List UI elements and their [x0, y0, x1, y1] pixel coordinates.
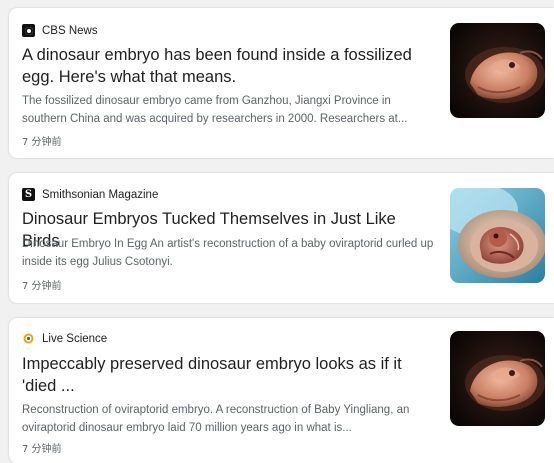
news-source[interactable]: S Smithsonian Magazine [22, 188, 158, 201]
news-card[interactable]: S Smithsonian Magazine Dinosaur Embryos … [9, 173, 554, 303]
embryo-in-blue-egg-image[interactable] [450, 188, 545, 283]
source-name: Live Science [42, 332, 108, 345]
source-name: CBS News [42, 24, 98, 37]
dinosaur-embryo-dark-image[interactable] [450, 23, 545, 118]
news-source[interactable]: CBS News [22, 24, 98, 37]
article-time: 7 分钟前 [22, 281, 62, 292]
article-snippet: The fossilized dinosaur embryo came from… [22, 95, 408, 125]
smithsonian-s-logo-icon: S [22, 188, 35, 201]
article-title[interactable]: Impeccably preserved dinosaur embryo loo… [22, 353, 432, 397]
article-snippet: Reconstruction of oviraptorid embryo. A … [22, 404, 410, 434]
news-card[interactable]: Live Science Impeccably preserved dinosa… [9, 318, 554, 463]
source-name: Smithsonian Magazine [42, 188, 159, 201]
article-title[interactable]: A dinosaur embryo has been found inside … [22, 44, 432, 88]
article-time: 7 分钟前 [22, 444, 62, 455]
news-feed: CBS News A dinosaur embryo has been foun… [0, 0, 554, 463]
cbs-eye-logo-icon [22, 24, 35, 37]
dinosaur-embryo-dark-image[interactable] [450, 331, 545, 426]
news-source[interactable]: Live Science [22, 332, 107, 345]
article-snippet: Dinosaur Embryo In Egg An artist's recon… [22, 238, 434, 268]
news-card[interactable]: CBS News A dinosaur embryo has been foun… [9, 8, 554, 158]
article-time: 7 分钟前 [22, 137, 62, 148]
live-science-logo-icon [22, 332, 35, 345]
